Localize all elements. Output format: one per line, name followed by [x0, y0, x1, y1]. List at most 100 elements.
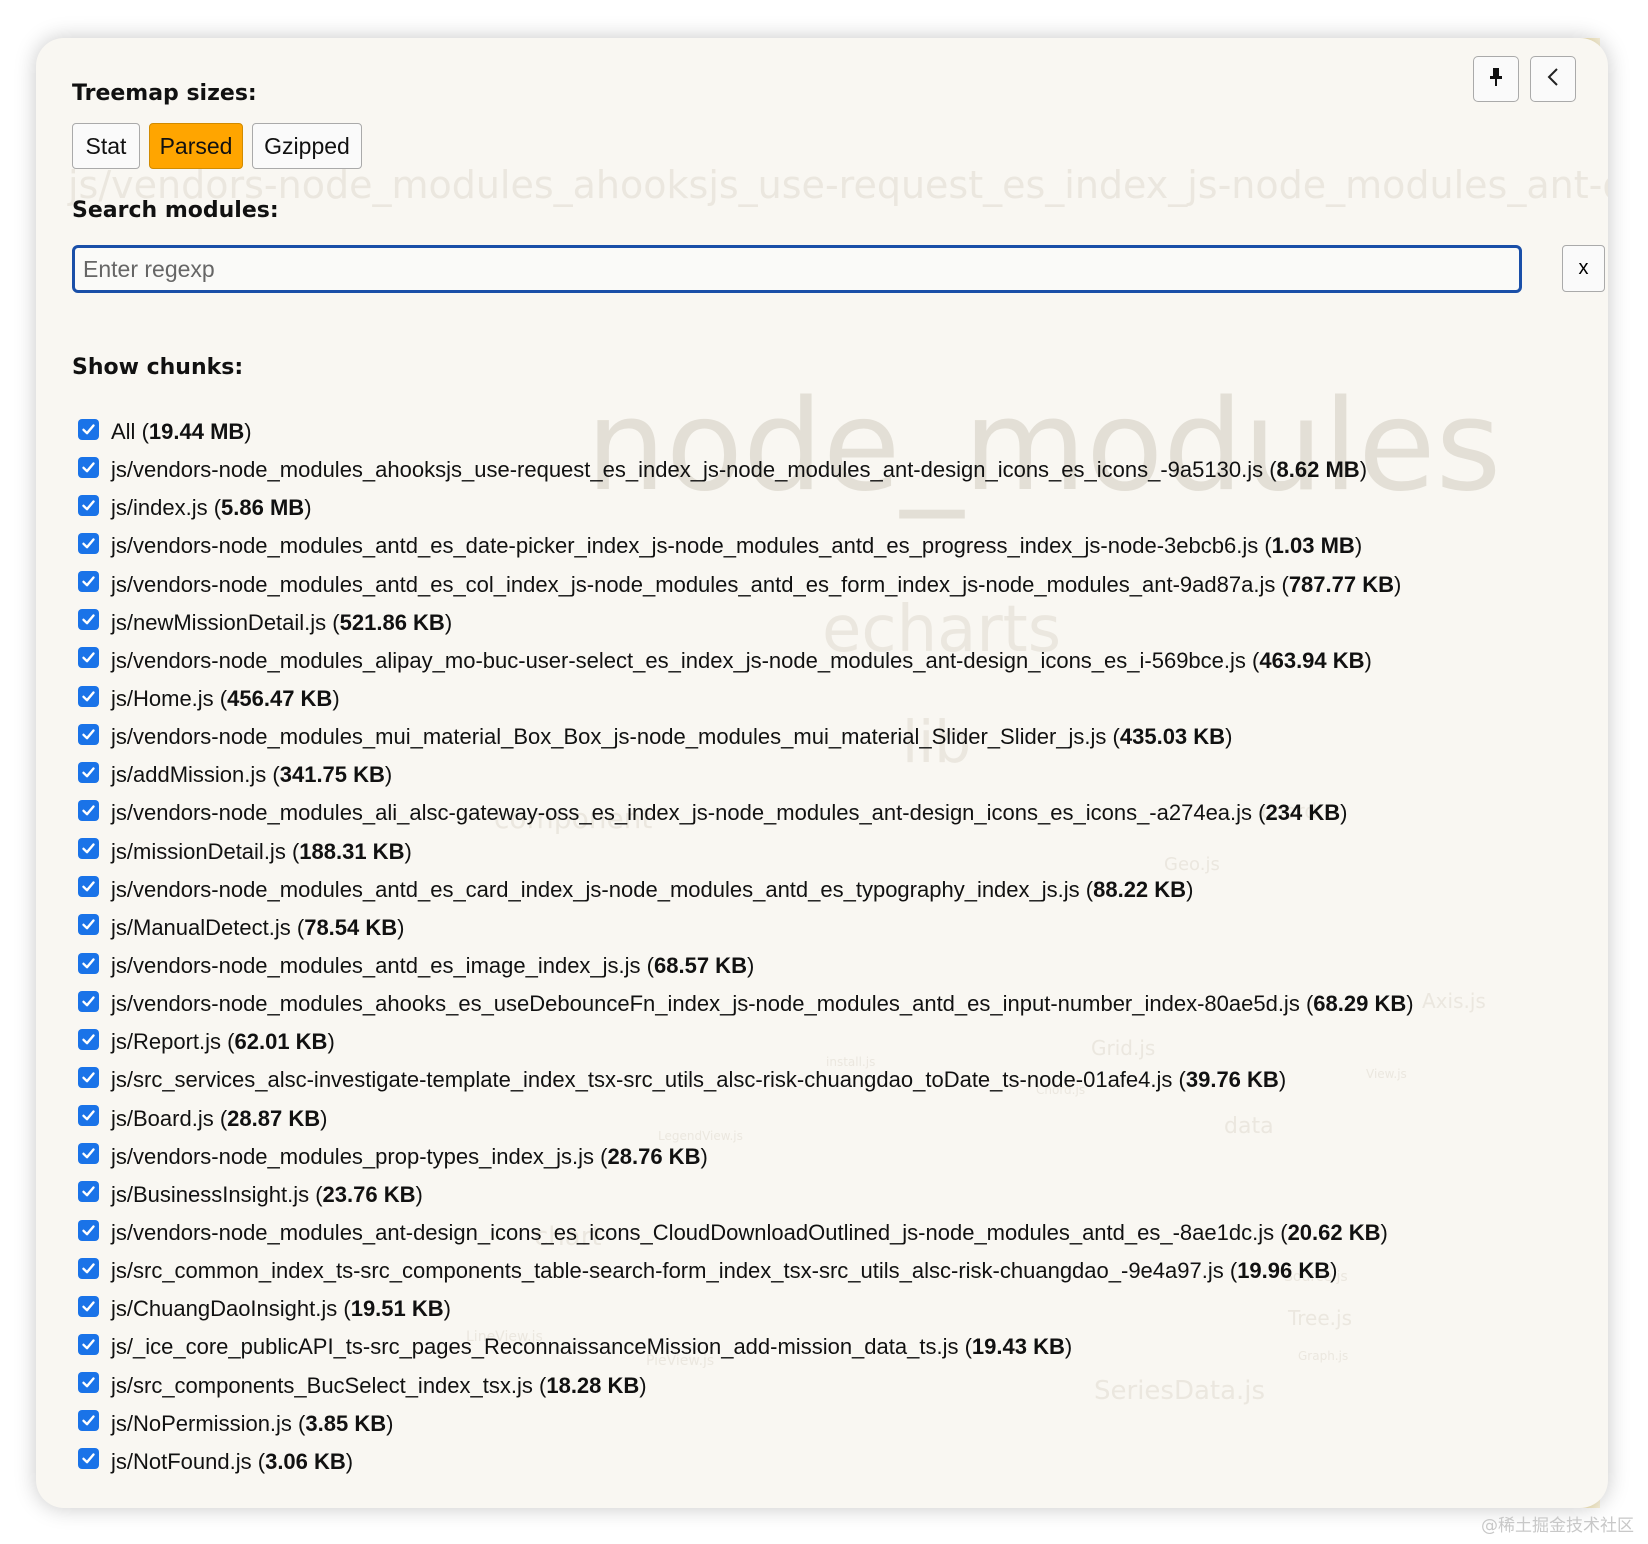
- chunk-checkbox[interactable]: [78, 1257, 99, 1279]
- chunk-checkbox[interactable]: [78, 1181, 99, 1203]
- chunk-size: 435.03 KB: [1119, 724, 1226, 750]
- chunk-name: js/index.js: [111, 495, 208, 521]
- chunk-row[interactable]: js/vendors-node_modules_ahooksjs_use-req…: [78, 451, 1598, 489]
- chunk-row[interactable]: js/src_common_index_ts-src_components_ta…: [78, 1252, 1598, 1290]
- chunk-row[interactable]: All (19.44 MB): [78, 413, 1598, 451]
- checkmark-icon: [82, 1148, 95, 1159]
- chunk-checkbox[interactable]: [78, 418, 99, 440]
- clear-search-button[interactable]: x: [1562, 245, 1605, 292]
- stat-size-button[interactable]: Stat: [72, 123, 140, 169]
- chunk-checkbox[interactable]: [78, 838, 99, 860]
- chunk-size: 68.57 KB: [654, 953, 747, 979]
- collapse-button[interactable]: [1530, 56, 1576, 102]
- chunk-label: js/src_services_alsc-investigate-templat…: [111, 1067, 1287, 1093]
- chunk-row[interactable]: js/ManualDetect.js (78.54 KB): [78, 909, 1598, 947]
- chunk-row[interactable]: js/vendors-node_modules_antd_es_col_inde…: [78, 566, 1598, 604]
- chunk-label: js/index.js (5.86 MB): [111, 495, 312, 521]
- chunk-name: js/vendors-node_modules_antd_es_card_ind…: [111, 876, 1080, 902]
- chunk-name: js/vendors-node_modules_ali_alsc-gateway…: [111, 800, 1253, 826]
- chunk-row[interactable]: js/NotFound.js (3.06 KB): [78, 1443, 1598, 1481]
- chunk-checkbox[interactable]: [78, 1372, 99, 1394]
- chunk-size: 3.85 KB: [305, 1410, 387, 1436]
- chunk-label: js/ManualDetect.js (78.54 KB): [111, 914, 405, 940]
- chunk-size: 19.44 MB: [148, 419, 245, 445]
- chunk-row[interactable]: js/Report.js (62.01 KB): [78, 1023, 1598, 1061]
- checkmark-icon: [82, 1301, 95, 1312]
- chunk-checkbox[interactable]: [78, 1143, 99, 1165]
- chunk-row[interactable]: js/vendors-node_modules_mui_material_Box…: [78, 718, 1598, 756]
- chunk-checkbox[interactable]: [78, 876, 99, 898]
- chunk-row[interactable]: js/vendors-node_modules_ant-design_icons…: [78, 1214, 1598, 1252]
- chunk-row[interactable]: js/src_components_BucSelect_index_tsx.js…: [78, 1367, 1598, 1405]
- chunk-checkbox[interactable]: [78, 1410, 99, 1432]
- chunk-size: 5.86 MB: [221, 495, 305, 521]
- chunk-name: js/vendors-node_modules_mui_material_Box…: [111, 724, 1107, 750]
- chunk-checkbox[interactable]: [78, 952, 99, 974]
- chunk-checkbox[interactable]: [78, 990, 99, 1012]
- checkmark-icon: [82, 767, 95, 778]
- chunk-checkbox[interactable]: [78, 761, 99, 783]
- chunk-checkbox[interactable]: [78, 723, 99, 745]
- chunk-name: js/ManualDetect.js: [111, 914, 291, 940]
- chunk-row[interactable]: js/Home.js (456.47 KB): [78, 680, 1598, 718]
- chunk-row[interactable]: js/_ice_core_publicAPI_ts-src_pages_Reco…: [78, 1328, 1598, 1366]
- chunk-name: js/_ice_core_publicAPI_ts-src_pages_Reco…: [111, 1334, 959, 1360]
- checkmark-icon: [82, 423, 95, 434]
- parsed-size-button[interactable]: Parsed: [149, 123, 243, 169]
- chunk-name: js/vendors-node_modules_ant-design_icons…: [111, 1220, 1275, 1246]
- chunk-label: js/vendors-node_modules_mui_material_Box…: [111, 724, 1233, 750]
- chunk-label: js/Home.js (456.47 KB): [111, 686, 340, 712]
- chunk-checkbox[interactable]: [78, 1333, 99, 1355]
- chunk-checkbox[interactable]: [78, 647, 99, 669]
- checkmark-icon: [82, 1072, 95, 1083]
- chunk-row[interactable]: js/BusinessInsight.js (23.76 KB): [78, 1176, 1598, 1214]
- chunk-checkbox[interactable]: [78, 1295, 99, 1317]
- chunk-row[interactable]: js/vendors-node_modules_prop-types_index…: [78, 1138, 1598, 1176]
- chunk-checkbox[interactable]: [78, 571, 99, 593]
- chunk-row[interactable]: js/addMission.js (341.75 KB): [78, 756, 1598, 794]
- chunk-size: 341.75 KB: [279, 762, 385, 788]
- chunk-name: js/Board.js: [111, 1105, 214, 1131]
- chunk-row[interactable]: js/index.js (5.86 MB): [78, 489, 1598, 527]
- chunk-size: 20.62 KB: [1287, 1220, 1381, 1246]
- gzipped-size-button[interactable]: Gzipped: [252, 123, 362, 169]
- chunk-row[interactable]: js/vendors-node_modules_antd_es_image_in…: [78, 947, 1598, 985]
- chunk-label: js/Report.js (62.01 KB): [111, 1029, 335, 1055]
- chunk-checkbox[interactable]: [78, 1066, 99, 1088]
- chunk-label: js/BusinessInsight.js (23.76 KB): [111, 1181, 423, 1207]
- chunk-size: 463.94 KB: [1259, 647, 1365, 673]
- chunk-checkbox[interactable]: [78, 1219, 99, 1241]
- checkmark-icon: [82, 576, 95, 587]
- chunk-checkbox[interactable]: [78, 1448, 99, 1470]
- chunk-size: 62.01 KB: [234, 1029, 328, 1055]
- chunk-checkbox[interactable]: [78, 685, 99, 707]
- chunk-row[interactable]: js/NoPermission.js (3.85 KB): [78, 1405, 1598, 1443]
- chunk-list: All (19.44 MB) js/vendors-node_modules_ah…: [78, 413, 1598, 1481]
- checkmark-icon: [82, 728, 95, 740]
- chunk-checkbox[interactable]: [78, 799, 99, 821]
- chunk-row[interactable]: js/src_services_alsc-investigate-templat…: [78, 1061, 1598, 1099]
- chunk-checkbox[interactable]: [78, 532, 99, 554]
- chunk-row[interactable]: js/vendors-node_modules_antd_es_date-pic…: [78, 527, 1598, 565]
- chunk-checkbox[interactable]: [78, 1105, 99, 1127]
- chunk-row[interactable]: js/vendors-node_modules_alipay_mo-buc-us…: [78, 642, 1598, 680]
- chunk-checkbox[interactable]: [78, 1028, 99, 1050]
- chunk-checkbox[interactable]: [78, 609, 99, 631]
- chunk-name: js/vendors-node_modules_antd_es_date-pic…: [111, 533, 1259, 559]
- chunk-row[interactable]: js/missionDetail.js (188.31 KB): [78, 833, 1598, 871]
- chunk-checkbox[interactable]: [78, 914, 99, 936]
- chunk-row[interactable]: js/vendors-node_modules_ahooks_es_useDeb…: [78, 985, 1598, 1023]
- chunk-checkbox[interactable]: [78, 494, 99, 516]
- chunk-checkbox[interactable]: [78, 456, 99, 478]
- chunk-row[interactable]: js/vendors-node_modules_ali_alsc-gateway…: [78, 794, 1598, 832]
- chunk-row[interactable]: js/newMissionDetail.js (521.86 KB): [78, 604, 1598, 642]
- checkmark-icon: [82, 805, 95, 816]
- chevron-left-icon: [1546, 66, 1560, 92]
- search-input[interactable]: [72, 245, 1522, 293]
- chunk-row[interactable]: js/ChuangDaoInsight.js (19.51 KB): [78, 1290, 1598, 1328]
- pin-button[interactable]: [1473, 56, 1519, 102]
- chunk-row[interactable]: js/vendors-node_modules_antd_es_card_ind…: [78, 871, 1598, 909]
- chunk-row[interactable]: js/Board.js (28.87 KB): [78, 1100, 1598, 1138]
- watermark: @稀土掘金技术社区: [1481, 1516, 1634, 1536]
- chunk-name: js/NoPermission.js: [111, 1410, 292, 1436]
